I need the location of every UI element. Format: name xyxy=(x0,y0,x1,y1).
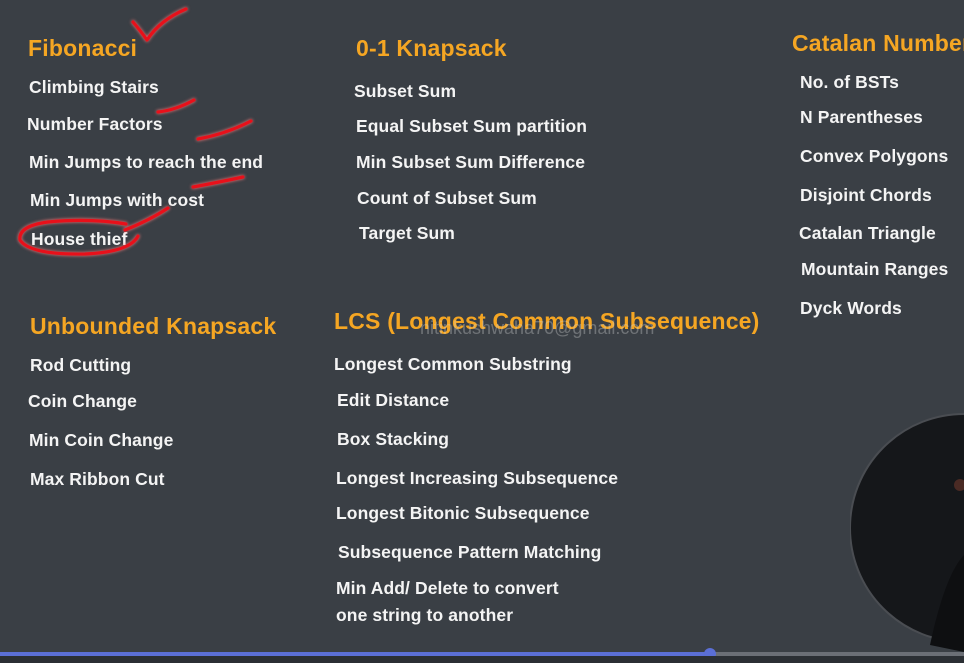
item-max-ribbon-cut: Max Ribbon Cut xyxy=(30,469,165,489)
item-min-add-delete-line2: one string to another xyxy=(336,605,514,625)
item-n-parentheses: N Parentheses xyxy=(800,107,923,127)
webcam-overlay xyxy=(850,413,964,652)
item-longest-common-substring: Longest Common Substring xyxy=(334,354,572,374)
item-longest-increasing-subsequence: Longest Increasing Subsequence xyxy=(336,468,619,488)
item-convex-polygons: Convex Polygons xyxy=(800,146,949,166)
item-catalan-triangle: Catalan Triangle xyxy=(799,223,936,243)
checkmark-fibonacci xyxy=(131,7,188,42)
item-min-jumps-cost: Min Jumps with cost xyxy=(30,190,204,210)
tick-house-thief xyxy=(123,206,170,232)
item-no-of-bsts: No. of BSTs xyxy=(800,72,899,92)
item-min-subset-sum-difference: Min Subset Sum Difference xyxy=(356,152,586,172)
tick-climbing-stairs xyxy=(156,98,196,114)
item-box-stacking: Box Stacking xyxy=(337,429,450,449)
player-bottom-strip xyxy=(0,656,964,663)
item-climbing-stairs: Climbing Stairs xyxy=(29,77,159,97)
item-house-thief: House thief xyxy=(31,229,128,249)
heading-unbounded-knapsack: Unbounded Knapsack xyxy=(30,313,277,339)
item-count-of-subset-sum: Count of Subset Sum xyxy=(357,188,537,208)
item-longest-bitonic-subsequence: Longest Bitonic Subsequence xyxy=(336,503,590,523)
item-equal-subset-sum-partition: Equal Subset Sum partition xyxy=(356,116,588,136)
heading-fibonacci: Fibonacci xyxy=(28,35,138,61)
heading-catalan-number: Catalan Number xyxy=(792,30,964,56)
tick-number-factors xyxy=(196,119,253,141)
item-min-jumps-end: Min Jumps to reach the end xyxy=(29,152,264,172)
item-rod-cutting: Rod Cutting xyxy=(30,355,132,375)
item-disjoint-chords: Disjoint Chords xyxy=(800,185,932,205)
item-min-coin-change: Min Coin Change xyxy=(29,430,174,450)
slide: Fibonacci Climbing Stairs Number Factors… xyxy=(0,0,964,652)
item-target-sum: Target Sum xyxy=(359,223,455,243)
item-subsequence-pattern-matching: Subsequence Pattern Matching xyxy=(338,542,602,562)
item-min-add-delete-line1: Min Add/ Delete to convert xyxy=(336,578,559,598)
item-dyck-words: Dyck Words xyxy=(800,298,902,318)
watermark-email: nitinkushwaha70@gmail.com xyxy=(420,318,655,338)
heading-01-knapsack: 0-1 Knapsack xyxy=(356,35,507,61)
item-edit-distance: Edit Distance xyxy=(337,390,450,410)
item-coin-change: Coin Change xyxy=(28,391,138,411)
item-subset-sum: Subset Sum xyxy=(354,81,457,101)
item-number-factors: Number Factors xyxy=(27,114,163,134)
tick-min-jumps-end xyxy=(191,175,245,189)
item-mountain-ranges: Mountain Ranges xyxy=(801,259,949,279)
